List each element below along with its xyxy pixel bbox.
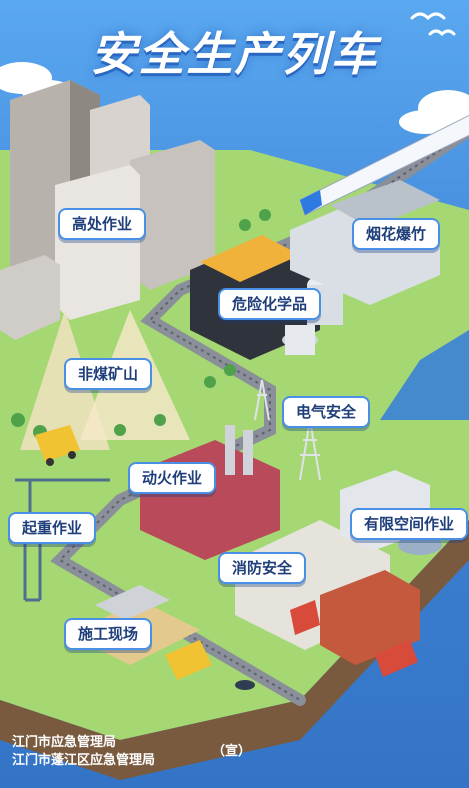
station-fireworks[interactable]: 烟花爆竹	[352, 218, 441, 250]
station-lifting[interactable]: 起重作业	[8, 512, 97, 544]
station-construction-site[interactable]: 施工现场	[64, 618, 153, 650]
station-hot-work[interactable]: 动火作业	[128, 462, 217, 494]
publisher-line-1: 江门市应急管理局	[12, 735, 117, 750]
station-fire-safety[interactable]: 消防安全	[218, 552, 307, 584]
publisher-line-2: 江门市蓬江区应急管理局	[12, 753, 156, 768]
station-confined-space[interactable]: 有限空间作业	[350, 508, 469, 540]
city-illustration	[0, 12, 469, 780]
station-hazardous-chemicals[interactable]: 危险化学品	[218, 288, 322, 320]
poster: 安全生产列车 高处作业 烟花爆竹 危险化学品 非煤矿山 电气安全 动火作业 起重…	[0, 0, 469, 788]
page-title: 安全生产列车	[90, 27, 379, 81]
station-electrical-safety[interactable]: 电气安全	[282, 396, 371, 428]
publicity-tag: （宣）	[212, 744, 252, 759]
station-non-coal-mine[interactable]: 非煤矿山	[64, 358, 153, 390]
station-high-altitude[interactable]: 高处作业	[58, 208, 147, 240]
publisher-credit: 江门市应急管理局 江门市蓬江区应急管理局	[12, 734, 155, 770]
